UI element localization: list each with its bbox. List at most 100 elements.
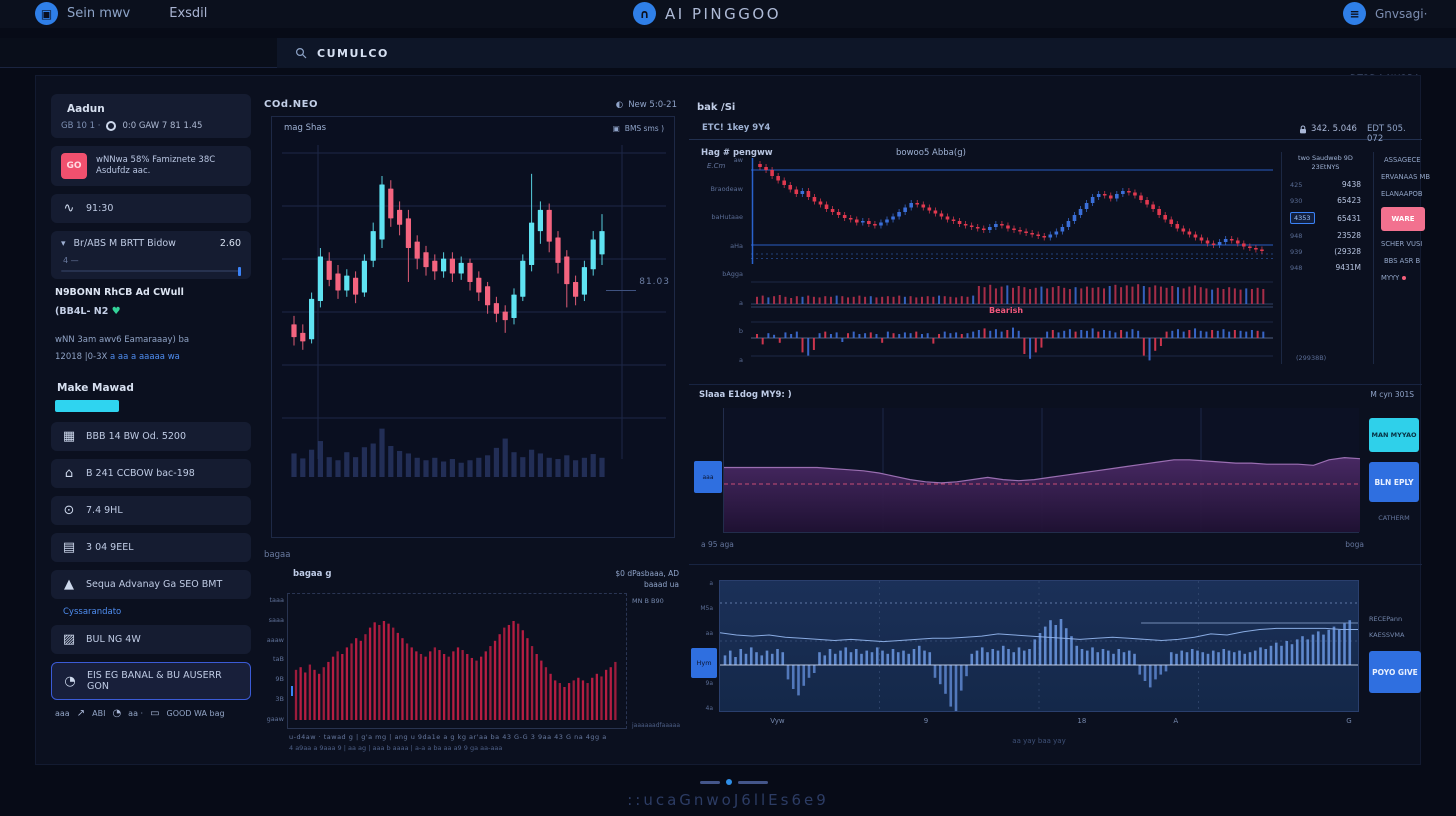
power-icon: ⊙ xyxy=(61,503,77,518)
dropdown-value: 2.60 xyxy=(220,238,241,249)
chevron-down-icon: ▾ xyxy=(61,239,66,249)
sidebar-item-3[interactable]: ▤ 3 04 9EEL xyxy=(51,533,251,562)
half-circle-icon: ◐ xyxy=(616,100,623,110)
sidebar-item-label: 7.4 9HL xyxy=(86,505,123,516)
top-bar: ▣ Sein mwv Exsdil ∩ AI PINGGOO ≡ Gnvsagi… xyxy=(0,0,1456,28)
sidebar-item-label: BBB 14 BW Od. 5200 xyxy=(86,431,186,442)
pagination-bar[interactable] xyxy=(700,781,720,784)
action-item-6[interactable]: MYYY xyxy=(1381,274,1422,282)
price-column-header: two Saudweb 9D 23EtNYS xyxy=(1290,154,1361,172)
progress-bar xyxy=(55,400,119,412)
y-tick: a xyxy=(739,356,743,364)
hist-title: bagaa g xyxy=(293,569,331,590)
dense-candlestick-chart[interactable] xyxy=(751,154,1273,266)
footer-part: aaa xyxy=(55,709,70,718)
flow-right-notes: RECEPann KAESSVMA POYO GIVE xyxy=(1369,615,1421,693)
y-tick: aa xyxy=(706,630,713,637)
hist-right-note-1: MN B B90 xyxy=(632,597,681,605)
sidebar-inline-link[interactable]: a aa a aaaaa wa xyxy=(110,352,180,362)
strategy-dropdown[interactable]: ▾ Br/ABS M BRTT Bidow 2.60 4 — xyxy=(51,231,251,279)
promo-text: wNNwa 58% Famiznete 38C Asdufdz aac. xyxy=(96,155,241,176)
menu-icon[interactable]: ≡ xyxy=(1343,2,1366,25)
dense-subtitle: ETC! 1key 9Y4 xyxy=(702,123,770,133)
sidebar-item-highlight[interactable]: ◔ EIS EG BANAL & BU AUSERR GON xyxy=(51,662,251,700)
y-tick: taB xyxy=(263,655,284,663)
x-tick: 9 xyxy=(924,717,928,725)
action-item-5[interactable]: BBS ASR B xyxy=(1381,257,1422,265)
app-logo-icon[interactable]: ▣ xyxy=(35,2,58,25)
pie-icon[interactable]: ◔ xyxy=(112,708,121,719)
price-row-highlighted[interactable]: 4353 65431 xyxy=(1290,212,1361,224)
price-head-1: two Saudweb 9D xyxy=(1290,154,1361,163)
y-tick: 3B xyxy=(263,695,284,703)
chat-icon[interactable]: ▭ xyxy=(150,708,159,719)
candle-panel-meta-text: New 5:0-21 xyxy=(628,100,677,110)
account-label[interactable]: Gnvsagi· xyxy=(1375,7,1427,21)
y-tick: saaa xyxy=(263,616,284,624)
red-dot-icon xyxy=(1402,276,1406,280)
layers-icon: ▤ xyxy=(61,540,77,555)
candlestick-chart[interactable] xyxy=(282,139,666,495)
action-item-2[interactable]: ELANAAPOB xyxy=(1381,190,1422,198)
dropdown-label: Br/ABS M BRTT Bidow xyxy=(74,238,176,249)
action-item-0[interactable]: ASSAGECE xyxy=(1381,156,1422,164)
action-item-1[interactable]: ERVANAAS MB xyxy=(1381,173,1422,181)
price-row: 939 (29328 xyxy=(1290,247,1361,256)
sidebar-link[interactable]: Cyssarandato xyxy=(63,607,251,617)
flow-footer: aa yay baa yay xyxy=(719,737,1359,745)
y-tick: M5a xyxy=(700,605,713,612)
pagination xyxy=(700,779,768,785)
promo-card[interactable]: GO wNNwa 58% Famiznete 38C Asdufdz aac. xyxy=(51,146,251,186)
flow-chart[interactable] xyxy=(720,581,1358,711)
y-tick: Braodeaw xyxy=(710,185,743,193)
area-foot-right: boga xyxy=(1345,540,1364,549)
flow-x-axis: Vyw 9 18 A G xyxy=(719,717,1359,729)
pagination-bar[interactable] xyxy=(738,781,768,784)
ware-button[interactable]: WARE xyxy=(1381,207,1425,231)
camera-icon[interactable]: ▣ xyxy=(613,124,620,133)
search-value: CUMULCO xyxy=(317,47,389,60)
chart-title: mag Shas xyxy=(284,123,326,133)
account-status-card[interactable]: Aadun GB 10 1 · 0:0 GAW 7 81 1.45 xyxy=(51,94,251,138)
flow-y-axis: a M5a aa aa 9a 4a xyxy=(693,580,716,712)
status-text: 0:0 GAW 7 81 1.45 xyxy=(122,121,202,131)
building-icon: ▦ xyxy=(61,429,77,444)
pagination-dot-active[interactable] xyxy=(726,779,732,785)
price-head-2: 23EtNYS xyxy=(1290,163,1361,172)
dense-substrip: ETC! 1key 9Y4 342. 5.046 EDT 505. 072 xyxy=(689,120,1422,140)
primary-action-button[interactable]: MAN MYYAO xyxy=(1369,418,1419,452)
dense-indicator-chart[interactable] xyxy=(751,276,1273,362)
slider-track[interactable] xyxy=(61,270,241,272)
sidebar-section-label: Aadun xyxy=(67,103,241,115)
histogram-panel: bagaa g $0 dPasbaaa, AD baaad ua taaa sa… xyxy=(263,566,683,756)
time-card[interactable]: ∿ 91:30 xyxy=(51,194,251,223)
area-title: Slaaa E1dog MY9: ) xyxy=(699,390,792,400)
sidebar-item-1[interactable]: ⌂ B 241 CCBOW bac-198 xyxy=(51,459,251,488)
sidebar-item-image[interactable]: ▨ BUL NG 4W xyxy=(51,625,251,654)
sidebar-item-2[interactable]: ⊙ 7.4 9HL xyxy=(51,496,251,525)
mountain-icon: ▲ xyxy=(61,577,77,592)
sidebar-item-0[interactable]: ▦ BBB 14 BW Od. 5200 xyxy=(51,422,251,451)
y-tick: bAgga xyxy=(722,270,743,278)
search-input[interactable]: CUMULCO xyxy=(277,38,1456,68)
area-left-badge[interactable]: aaa xyxy=(694,461,722,493)
nav-item-2[interactable]: Exsdil xyxy=(169,6,207,21)
area-chart[interactable] xyxy=(724,408,1360,532)
waveform-chart[interactable] xyxy=(288,594,626,728)
sidebar-text-1: N9BONN RhCB Ad CWull xyxy=(55,287,249,298)
clock-icon: ◔ xyxy=(62,674,78,689)
pinggoo-icon[interactable]: ∩ xyxy=(633,2,656,25)
sidebar-section2-label: Make Mawad xyxy=(57,382,251,394)
candle-panel-title: COd.NEO xyxy=(264,99,318,110)
sidebar-item-label: B 241 CCBOW bac-198 xyxy=(86,468,195,479)
slider-handle[interactable] xyxy=(238,267,241,276)
flow-action-button[interactable]: POYO GIVE xyxy=(1369,651,1421,693)
share-icon[interactable]: ↗ xyxy=(77,708,85,719)
action-item-4[interactable]: SCHER VUSI xyxy=(1381,240,1422,248)
secondary-action-button[interactable]: BLN EPLY xyxy=(1369,462,1419,502)
nav-item-1[interactable]: Sein mwv xyxy=(67,6,130,21)
sidebar-item-4[interactable]: ▲ Sequa Advanay Ga SEO BMT xyxy=(51,570,251,599)
y-tick: b xyxy=(739,327,743,335)
trading-dashboard: ▣ Sein mwv Exsdil ∩ AI PINGGOO ≡ Gnvsagi… xyxy=(0,0,1456,816)
flow-left-badge[interactable]: Hym xyxy=(691,648,717,678)
